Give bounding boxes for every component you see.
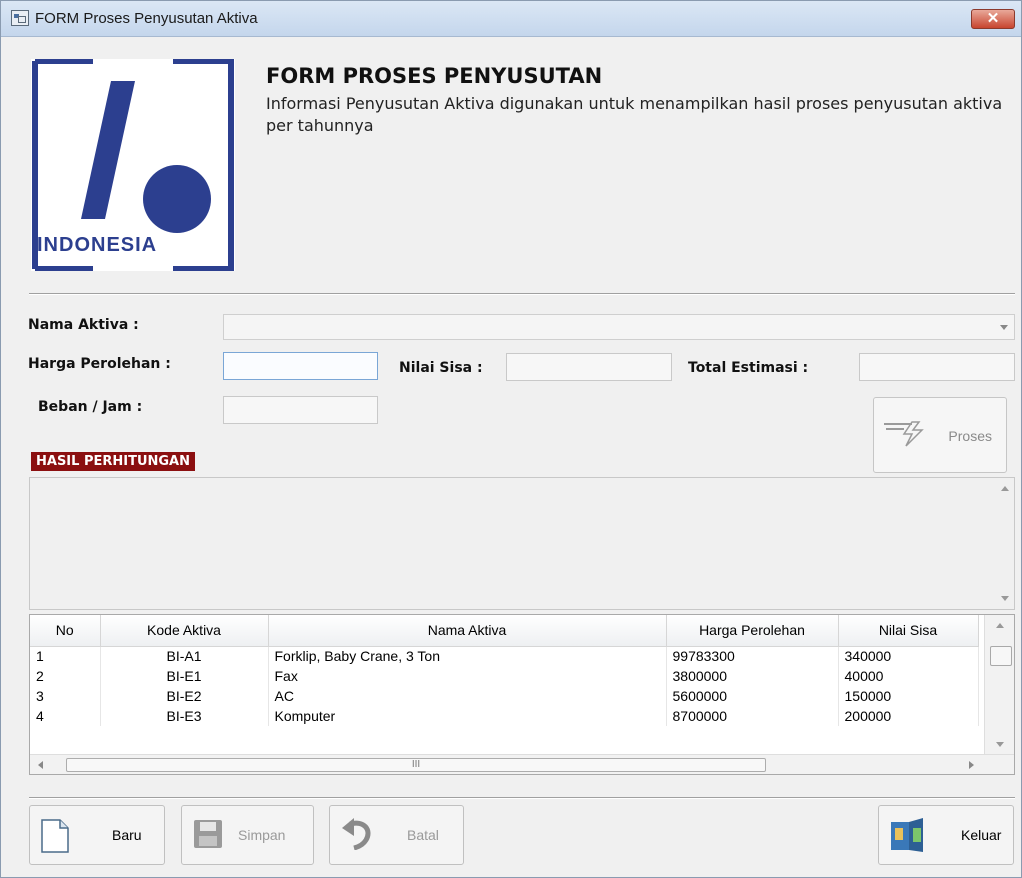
window-title: FORM Proses Penyusutan Aktiva <box>35 10 258 27</box>
cell-no: 4 <box>30 706 101 726</box>
chevron-down-icon[interactable] <box>1000 325 1008 330</box>
form-app-icon <box>11 10 29 26</box>
exit-door-icon <box>891 818 923 852</box>
cell-nama-aktiva: Forklip, Baby Crane, 3 Ton <box>268 646 667 666</box>
grid-vertical-scrollbar[interactable] <box>984 615 1014 755</box>
proses-button[interactable]: Proses <box>873 397 1007 473</box>
col-header-harga-perolehan[interactable]: Harga Perolehan <box>666 615 839 647</box>
proses-button-label: Proses <box>948 428 992 444</box>
col-header-nilai-sisa[interactable]: Nilai Sisa <box>838 615 979 647</box>
save-disk-icon <box>194 820 222 848</box>
horizontal-scroll-thumb[interactable]: III <box>66 758 766 772</box>
col-header-nama-aktiva[interactable]: Nama Aktiva <box>268 615 667 647</box>
simpan-button-label: Simpan <box>238 827 286 843</box>
grid-horizontal-scrollbar[interactable]: III <box>30 754 1014 774</box>
cell-nama-aktiva: Fax <box>268 666 667 686</box>
hasil-perhitungan-label: HASIL PERHITUNGAN <box>31 452 196 471</box>
total-estimasi-field[interactable] <box>859 353 1015 381</box>
total-estimasi-label: Total Estimasi : <box>688 360 809 376</box>
new-document-icon <box>41 819 69 853</box>
cell-nama-aktiva: Komputer <box>268 706 667 726</box>
title-bar: FORM Proses Penyusutan Aktiva ✕ <box>1 1 1021 37</box>
beban-jam-label: Beban / Jam : <box>38 399 143 415</box>
keluar-button-label: Keluar <box>961 827 1002 843</box>
simpan-button[interactable]: Simpan <box>181 805 314 865</box>
cell-nilai-sisa: 200000 <box>838 706 979 726</box>
table-row[interactable]: 3 BI-E2 AC 5600000 150000 <box>30 686 979 706</box>
table-row[interactable]: 1 BI-A1 Forklip, Baby Crane, 3 Ton 99783… <box>30 646 979 666</box>
company-logo: INDONESIA <box>31 58 235 272</box>
nama-aktiva-combobox[interactable] <box>223 314 1015 340</box>
logo-text: INDONESIA <box>37 234 158 256</box>
baru-button-label: Baru <box>112 827 142 843</box>
nilai-sisa-label: Nilai Sisa : <box>399 360 483 376</box>
cell-no: 2 <box>30 666 101 686</box>
cell-nilai-sisa: 340000 <box>838 646 979 666</box>
close-button[interactable]: ✕ <box>971 9 1015 29</box>
cell-nilai-sisa: 40000 <box>838 666 979 686</box>
batal-button[interactable]: Batal <box>329 805 464 865</box>
cell-no: 1 <box>30 646 101 666</box>
col-header-kode-aktiva[interactable]: Kode Aktiva <box>100 615 269 647</box>
beban-jam-field[interactable] <box>223 396 378 424</box>
scroll-left-icon[interactable] <box>38 761 43 769</box>
undo-icon <box>342 818 371 850</box>
scroll-right-icon[interactable] <box>969 761 974 769</box>
table-header-row: No Kode Aktiva Nama Aktiva Harga Peroleh… <box>30 615 979 647</box>
keluar-button[interactable]: Keluar <box>878 805 1014 865</box>
table-row[interactable]: 4 BI-E3 Komputer 8700000 200000 <box>30 706 979 726</box>
form-window: FORM Proses Penyusutan Aktiva ✕ INDONESI… <box>0 0 1022 878</box>
page-description: Informasi Penyusutan Aktiva digunakan un… <box>266 94 1003 135</box>
cell-no: 3 <box>30 686 101 706</box>
header-divider <box>29 293 1015 295</box>
memo-scrollbar[interactable] <box>996 478 1014 609</box>
cell-kode-aktiva: BI-E1 <box>100 666 269 686</box>
baru-button[interactable]: Baru <box>29 805 165 865</box>
hasil-perhitungan-area[interactable] <box>29 477 1015 610</box>
cell-harga-perolehan: 8700000 <box>666 706 839 726</box>
scroll-thumb[interactable] <box>990 646 1012 666</box>
lightning-icon <box>884 421 924 447</box>
batal-button-label: Batal <box>407 827 439 843</box>
table-row[interactable]: 2 BI-E1 Fax 3800000 40000 <box>30 666 979 686</box>
cell-kode-aktiva: BI-E3 <box>100 706 269 726</box>
page-title: FORM PROSES PENYUSUTAN <box>266 64 603 88</box>
cell-kode-aktiva: BI-E2 <box>100 686 269 706</box>
scroll-down-icon[interactable] <box>996 742 1004 747</box>
harga-perolehan-field[interactable] <box>223 352 378 380</box>
harga-perolehan-label: Harga Perolehan : <box>28 356 171 372</box>
scroll-up-icon[interactable] <box>1001 486 1009 491</box>
scroll-down-icon[interactable] <box>1001 596 1009 601</box>
cell-harga-perolehan: 5600000 <box>666 686 839 706</box>
cell-nama-aktiva: AC <box>268 686 667 706</box>
aktiva-grid[interactable]: No Kode Aktiva Nama Aktiva Harga Peroleh… <box>29 614 1015 775</box>
cell-harga-perolehan: 99783300 <box>666 646 839 666</box>
aktiva-table: No Kode Aktiva Nama Aktiva Harga Peroleh… <box>30 615 979 726</box>
nama-aktiva-label: Nama Aktiva : <box>28 317 139 333</box>
nilai-sisa-field[interactable] <box>506 353 672 381</box>
scroll-up-icon[interactable] <box>996 623 1004 628</box>
cell-kode-aktiva: BI-A1 <box>100 646 269 666</box>
footer-divider <box>29 797 1015 799</box>
col-header-no[interactable]: No <box>30 615 101 647</box>
cell-harga-perolehan: 3800000 <box>666 666 839 686</box>
cell-nilai-sisa: 150000 <box>838 686 979 706</box>
